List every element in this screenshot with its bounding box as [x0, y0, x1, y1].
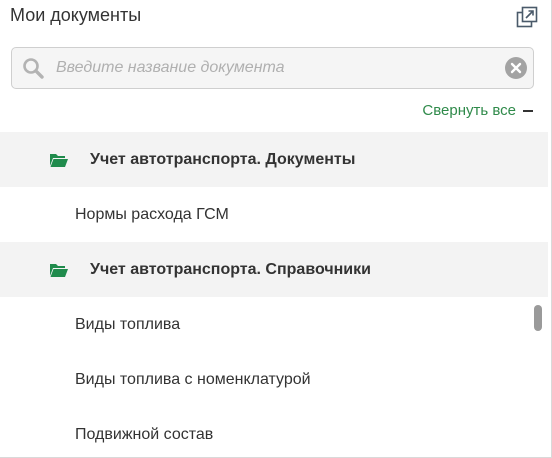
tree-group-label: Учет автотранспорта. Справочники [90, 260, 371, 278]
document-tree: Учет автотранспорта. Документы Нормы рас… [0, 132, 548, 457]
search-icon [22, 57, 44, 79]
panel-title: Мои документы [10, 5, 142, 25]
collapse-all-label: Свернуть все [422, 102, 516, 119]
tree-item[interactable]: Виды топлива [0, 297, 548, 352]
search-box [11, 47, 534, 89]
collapse-all-link[interactable]: Свернуть все [422, 102, 533, 119]
folder-open-icon [49, 262, 69, 278]
scrollbar-thumb[interactable] [534, 305, 542, 331]
tree-item-label: Виды топлива [75, 315, 181, 333]
tree-item-label: Нормы расхода ГСМ [75, 205, 229, 223]
tree-group[interactable]: Учет автотранспорта. Справочники [0, 242, 548, 297]
folder-open-icon [49, 152, 69, 168]
panel-header: Мои документы [0, 0, 551, 34]
tree-group-label: Учет автотранспорта. Документы [90, 150, 356, 168]
tree-item[interactable]: Нормы расхода ГСМ [0, 187, 548, 242]
search-input[interactable] [56, 57, 496, 79]
tree-group[interactable]: Учет автотранспорта. Документы [0, 132, 548, 187]
tree-item-label: Виды топлива с номенклатурой [75, 370, 311, 388]
minus-icon [523, 109, 533, 112]
popout-icon[interactable] [516, 6, 538, 28]
clear-icon[interactable] [505, 57, 527, 79]
tree-item[interactable]: Виды топлива с номенклатурой [0, 352, 548, 407]
my-documents-panel: Мои документы Свернуть все [0, 0, 552, 458]
tree-item-label: Подвижной состав [75, 425, 214, 443]
tree-item[interactable]: Подвижной состав [0, 407, 548, 457]
